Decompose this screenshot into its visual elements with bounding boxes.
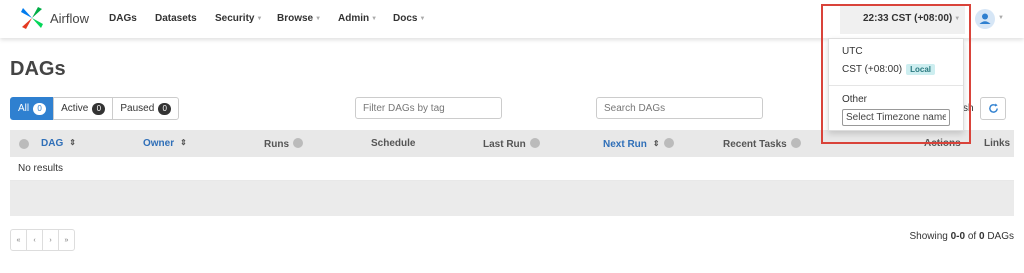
timezone-option-local[interactable]: CST (+08:00) Local — [842, 64, 936, 75]
count-badge: 0 — [33, 102, 47, 115]
pagination: « ‹ › » — [10, 229, 75, 251]
column-header-schedule: Schedule — [371, 138, 416, 149]
chevron-down-icon[interactable]: ▼ — [998, 15, 1004, 21]
last-page-button[interactable]: » — [58, 229, 75, 251]
partially-hidden-label: sh — [963, 103, 974, 114]
timezone-dropdown-toggle[interactable]: 22:33 CST (+08:00) ▼ — [840, 4, 965, 34]
status-filter-group: All 0 Active 0 Paused 0 — [10, 97, 180, 120]
info-icon[interactable] — [19, 139, 29, 149]
chevron-down-icon: ▼ — [371, 16, 378, 22]
nav-admin[interactable]: Admin ▼ — [338, 13, 377, 24]
info-icon[interactable] — [663, 138, 674, 148]
local-timezone-label: CST (+08:00) — [842, 64, 903, 75]
chevron-down-icon: ▼ — [954, 16, 961, 22]
table-footer — [10, 181, 1014, 216]
refresh-button[interactable] — [980, 97, 1006, 120]
nav-docs[interactable]: Docs ▼ — [393, 13, 425, 24]
timezone-menu: UTC CST (+08:00) Local Other — [828, 38, 964, 131]
timezone-name-input[interactable] — [842, 109, 950, 126]
nav-security[interactable]: Security ▼ — [215, 13, 262, 24]
menu-divider — [829, 85, 963, 86]
column-header-last-run: Last Run — [483, 138, 540, 150]
column-header-runs: Runs — [264, 138, 303, 150]
tag-filter-input[interactable] — [355, 97, 502, 119]
clock-text: 22:33 CST (+08:00) — [863, 13, 953, 24]
nav-dags[interactable]: DAGs — [109, 13, 137, 24]
brand-name[interactable]: Airflow — [50, 11, 89, 26]
first-page-button[interactable]: « — [10, 229, 27, 251]
filter-paused-button[interactable]: Paused 0 — [112, 97, 180, 120]
chevron-down-icon: ▼ — [315, 16, 322, 22]
page-title: DAGs — [10, 58, 66, 80]
no-results-text: No results — [18, 163, 64, 174]
next-page-button[interactable]: › — [42, 229, 59, 251]
showing-count: Showing 0-0 of 0 DAGs — [909, 231, 1014, 242]
sort-icon: ⇕ — [69, 138, 76, 147]
count-badge: 0 — [92, 102, 106, 115]
sort-icon: ⇕ — [180, 138, 187, 147]
local-badge: Local — [906, 64, 936, 75]
sort-icon: ⇕ — [652, 139, 660, 148]
search-dags-input[interactable] — [596, 97, 763, 119]
navbar: Airflow DAGs Datasets Security ▼ Browse ▼ … — [0, 0, 1024, 38]
filter-all-label: All — [18, 103, 30, 114]
refresh-icon — [988, 103, 998, 113]
user-icon — [979, 13, 991, 24]
column-header-actions: Actions — [924, 138, 961, 149]
column-header-dag[interactable]: DAG ⇕ — [41, 138, 76, 149]
nav-browse[interactable]: Browse ▼ — [277, 13, 321, 24]
info-icon[interactable] — [529, 138, 540, 148]
filter-all-button[interactable]: All 0 — [10, 97, 55, 120]
nav-datasets[interactable]: Datasets — [155, 13, 197, 24]
column-header-next-run[interactable]: Next Run ⇕ — [603, 138, 674, 150]
count-badge: 0 — [158, 102, 172, 115]
timezone-option-utc[interactable]: UTC — [842, 46, 863, 57]
other-timezone-label: Other — [842, 94, 868, 105]
info-icon[interactable] — [293, 138, 303, 148]
table-header: DAG ⇕ Owner ⇕ Runs Schedule Last Run Next … — [10, 130, 1014, 157]
filter-paused-label: Paused — [120, 103, 155, 114]
prev-page-button[interactable]: ‹ — [26, 229, 43, 251]
info-icon[interactable] — [790, 138, 801, 148]
chevron-down-icon: ▼ — [256, 16, 263, 22]
filter-active-button[interactable]: Active 0 — [53, 97, 114, 120]
chevron-down-icon: ▼ — [419, 16, 426, 22]
column-header-recent-tasks: Recent Tasks — [723, 138, 801, 150]
table-row: No results — [10, 157, 1014, 181]
column-header-owner[interactable]: Owner ⇕ — [143, 138, 187, 149]
user-avatar[interactable] — [975, 9, 995, 29]
filter-active-label: Active — [61, 103, 89, 114]
column-header-links: Links — [984, 138, 1011, 149]
airflow-logo-icon[interactable] — [20, 6, 44, 30]
